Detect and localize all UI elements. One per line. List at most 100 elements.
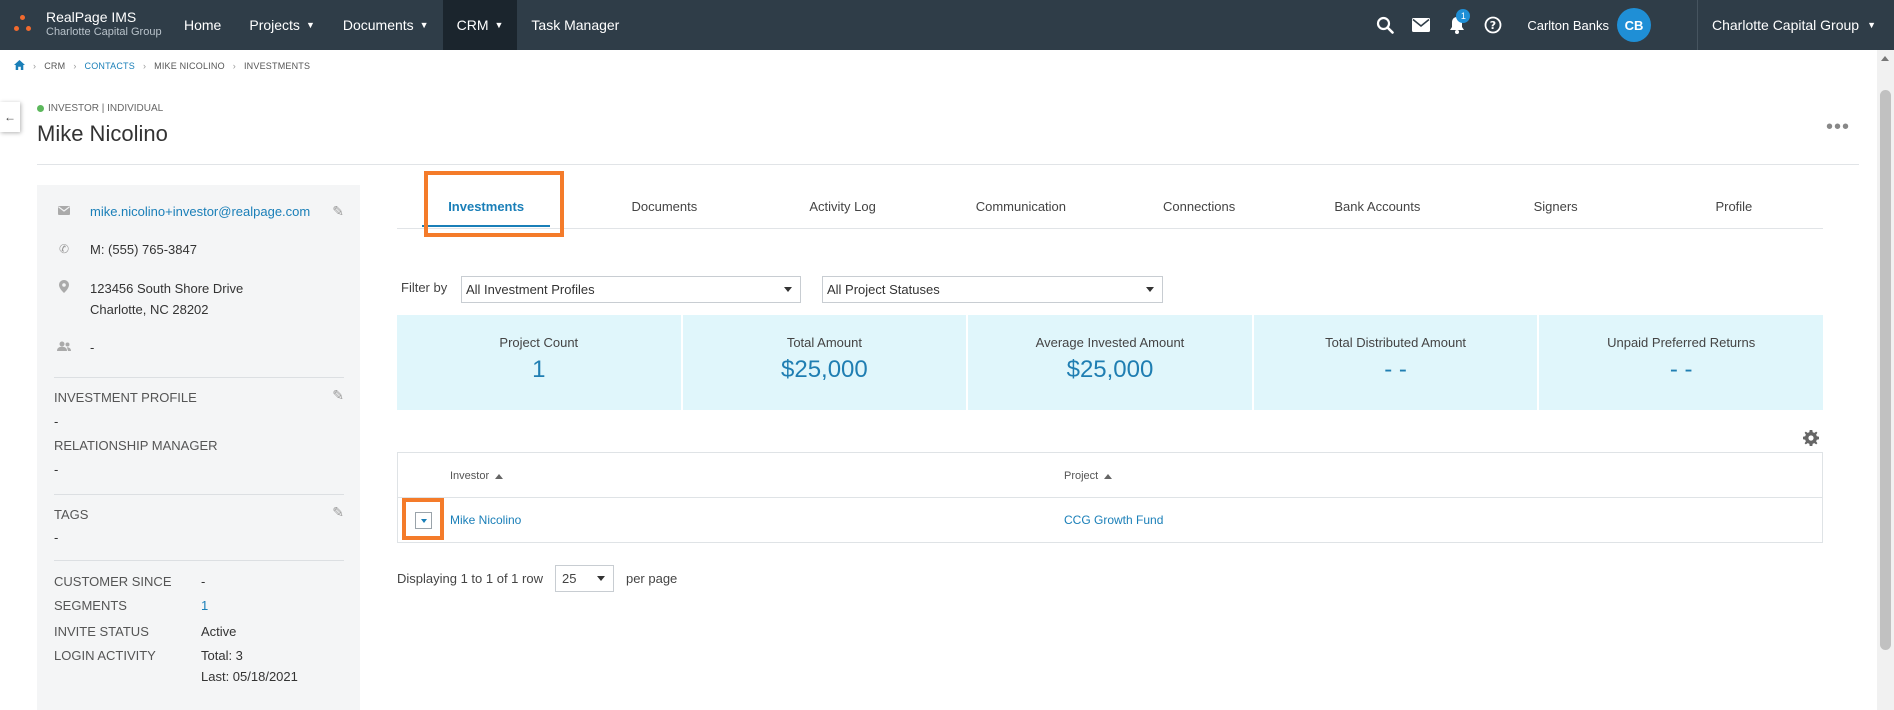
login-activity-label: LOGIN ACTIVITY [54,648,156,663]
divider [37,164,1859,165]
project-status-select[interactable]: All Project Statuses [822,276,1163,303]
phone-text: M: (555) 765-3847 [90,242,197,257]
login-last: Last: 05/18/2021 [201,669,298,684]
login-total: Total: 3 [201,648,243,663]
contact-person-value: - [90,340,95,355]
bell-icon[interactable]: 1 [1439,0,1475,50]
sort-asc-icon [1104,473,1113,479]
nav-task-manager[interactable]: Task Manager [517,0,633,50]
envelope-icon [54,204,74,219]
invite-status-value: Active [201,624,237,639]
contact-type-label: INVESTOR | INDIVIDUAL [48,103,164,114]
caret-down-icon [784,287,792,292]
pager-display-text: Displaying 1 to 1 of 1 row [397,571,543,586]
org-name: Charlotte Capital Group [1712,17,1860,33]
help-icon[interactable]: ? [1475,0,1511,50]
sort-asc-icon [495,473,504,479]
tab-profile[interactable]: Profile [1645,185,1823,228]
investment-profile-select[interactable]: All Investment Profiles [461,276,801,303]
chevron-right-icon: › [232,61,236,71]
investments-table: Investor Project Mike Nicolino CCG Growt… [397,452,1823,543]
user-name[interactable]: Carlton Banks [1527,18,1609,33]
tab-connections[interactable]: Connections [1110,185,1288,228]
chevron-down-icon: ▼ [1867,20,1876,30]
relationship-manager-value: - [54,462,59,477]
column-header-label: Project [1064,470,1099,482]
investment-profile-value: - [54,414,59,429]
tab-communication[interactable]: Communication [932,185,1110,228]
relationship-manager-label: RELATIONSHIP MANAGER [54,438,218,453]
tab-bank-accounts[interactable]: Bank Accounts [1288,185,1466,228]
gear-icon[interactable] [1803,430,1819,451]
stat-value: $25,000 [781,356,868,383]
highlight-box-expand [402,498,444,540]
breadcrumb-crm[interactable]: CRM [44,61,65,71]
status-dot-icon [37,105,44,112]
column-header-project[interactable]: Project [1064,470,1113,482]
nav-home[interactable]: Home [170,0,235,50]
brand-logo[interactable]: RealPage IMS Charlotte Capital Group [0,0,170,50]
stat-unpaid-preferred: Unpaid Preferred Returns - - [1539,315,1823,410]
chevron-down-icon: ▼ [305,20,315,30]
page-title: Mike Nicolino [37,121,168,146]
caret-down-icon [596,576,605,581]
stat-value: 1 [532,356,546,383]
investment-profile-label: INVESTMENT PROFILE [54,390,197,405]
scrollbar-thumb[interactable] [1880,90,1891,650]
avatar[interactable]: CB [1617,8,1651,42]
address-line1: 123456 South Shore Drive [90,281,244,296]
segments-link[interactable]: 1 [201,598,208,613]
mail-icon[interactable] [1403,0,1439,50]
nav-documents[interactable]: Documents ▼ [329,0,443,50]
tab-documents[interactable]: Documents [575,185,753,228]
arrow-left-icon: ← [4,110,16,124]
investor-link[interactable]: Mike Nicolino [450,513,521,527]
tab-bar: Investments Documents Activity Log Commu… [397,185,1823,229]
scroll-up-icon[interactable] [1881,56,1889,61]
edit-pencil-icon[interactable]: ✎ [332,504,344,521]
stat-label: Average Invested Amount [1035,335,1185,350]
breadcrumb: › CRM › CONTACTS › MIKE NICOLINO › INVES… [14,60,310,72]
chevron-right-icon: › [33,61,37,71]
svg-text:?: ? [1490,19,1496,32]
home-icon[interactable] [14,60,25,72]
stat-total-amount: Total Amount $25,000 [682,315,967,410]
notification-badge: 1 [1456,9,1471,23]
breadcrumb-contacts[interactable]: CONTACTS [85,61,135,71]
project-link[interactable]: CCG Growth Fund [1064,513,1163,527]
email-link[interactable]: mike.nicolino+investor@realpage.com [90,204,310,219]
search-icon[interactable] [1367,0,1403,50]
customer-since-label: CUSTOMER SINCE [54,574,172,589]
brand-subtitle: Charlotte Capital Group [46,26,162,38]
nav-crm[interactable]: CRM ▼ [442,0,518,50]
org-switcher[interactable]: Charlotte Capital Group ▼ [1697,0,1894,50]
contact-person-row: - [54,340,94,355]
chevron-down-icon: ▼ [494,20,504,30]
back-button[interactable]: ← [0,102,20,132]
breadcrumb-current: INVESTMENTS [243,61,311,71]
edit-pencil-icon[interactable]: ✎ [332,387,344,404]
customer-since-value: - [201,574,206,589]
divider [54,494,344,495]
stat-value: - - [1669,356,1693,383]
pagination: Displaying 1 to 1 of 1 row 25 per page [397,565,677,592]
column-header-label: Investor [450,470,490,482]
column-header-investor[interactable]: Investor [450,470,504,482]
breadcrumb-contact[interactable]: MIKE NICOLINO [154,61,225,71]
chevron-right-icon: › [73,61,77,71]
stat-label: Unpaid Preferred Returns [1607,335,1756,350]
edit-pencil-icon[interactable]: ✎ [332,203,344,220]
tab-signers[interactable]: Signers [1467,185,1645,228]
vertical-scrollbar[interactable] [1877,50,1894,710]
tab-activity-log[interactable]: Activity Log [754,185,932,228]
address-row: 123456 South Shore Drive Charlotte, NC 2… [54,280,243,320]
stat-label: Total Distributed Amount [1325,335,1467,350]
segments-label: SEGMENTS [54,598,127,613]
page-size-select[interactable]: 25 [554,565,614,592]
location-pin-icon [54,280,74,320]
nav-documents-label: Documents [342,17,414,33]
chevron-down-icon: ▼ [419,20,429,30]
nav-projects[interactable]: Projects ▼ [235,0,329,50]
tags-label: TAGS [54,507,89,522]
more-options-icon[interactable]: ••• [1826,116,1850,139]
